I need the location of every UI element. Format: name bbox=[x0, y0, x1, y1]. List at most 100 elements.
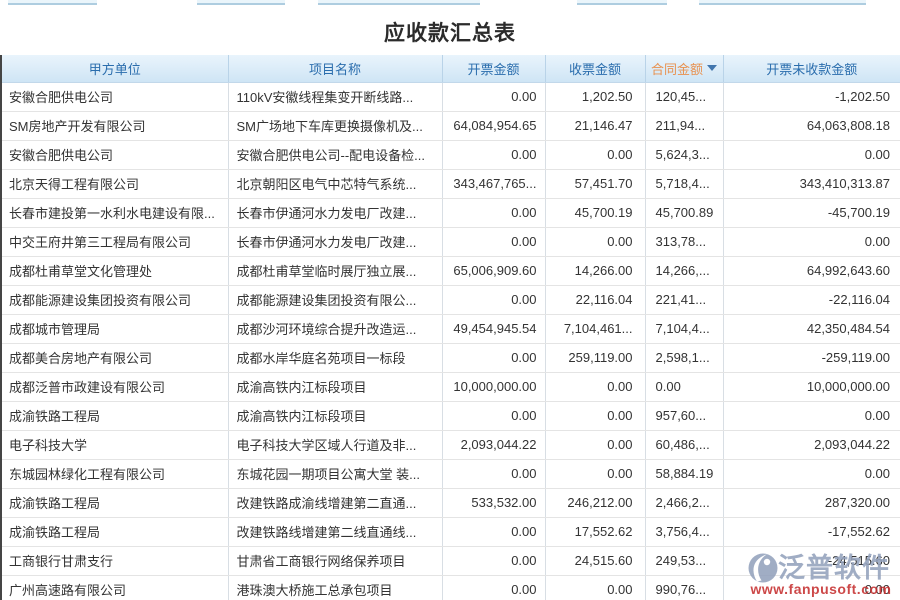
cell-client: 安徽合肥供电公司 bbox=[2, 82, 228, 111]
cell-invoiced: 0.00 bbox=[442, 401, 545, 430]
table-header-row: 甲方单位 项目名称 开票金额 收票金额 合同金额 开票未收款金额 bbox=[2, 55, 900, 82]
col-header-label: 项目名称 bbox=[309, 62, 361, 77]
cell-client: 成都泛普市政建设有限公司 bbox=[2, 372, 228, 401]
cell-contract: 221,41... bbox=[645, 285, 723, 314]
table-row[interactable]: 东城园林绿化工程有限公司东城花园一期项目公寓大堂 装...0.000.0058,… bbox=[2, 459, 900, 488]
col-header-label: 合同金额 bbox=[651, 59, 703, 78]
cell-invoiced: 0.00 bbox=[442, 140, 545, 169]
cell-client: 成都城市管理局 bbox=[2, 314, 228, 343]
cell-contract: 2,466,2... bbox=[645, 488, 723, 517]
cell-unpaid: 10,000,000.00 bbox=[723, 372, 900, 401]
cell-client: 北京天得工程有限公司 bbox=[2, 169, 228, 198]
cell-unpaid: 0.00 bbox=[723, 140, 900, 169]
table-row[interactable]: 成都泛普市政建设有限公司成渝高铁内江标段项目10,000,000.000.000… bbox=[2, 372, 900, 401]
cell-project: 成渝高铁内江标段项目 bbox=[228, 401, 442, 430]
cell-unpaid: 64,063,808.18 bbox=[723, 111, 900, 140]
cell-unpaid: -22,116.04 bbox=[723, 285, 900, 314]
cell-received: 246,212.00 bbox=[545, 488, 645, 517]
toolbar-button-stub[interactable] bbox=[8, 0, 97, 5]
table-row[interactable]: 成渝铁路工程局改建铁路线增建第二线直通线...0.0017,552.623,75… bbox=[2, 517, 900, 546]
toolbar-stub-row bbox=[0, 0, 900, 5]
cell-contract: 990,76... bbox=[645, 575, 723, 600]
cell-invoiced: 10,000,000.00 bbox=[442, 372, 545, 401]
cell-project: 改建铁路成渝线增建第二直通... bbox=[228, 488, 442, 517]
cell-unpaid: 0.00 bbox=[723, 401, 900, 430]
cell-client: 安徽合肥供电公司 bbox=[2, 140, 228, 169]
toolbar-button-stub[interactable] bbox=[577, 0, 667, 5]
cell-contract: 5,624,3... bbox=[645, 140, 723, 169]
col-header-client[interactable]: 甲方单位 bbox=[2, 55, 228, 82]
cell-project: SM广场地下车库更换摄像机及... bbox=[228, 111, 442, 140]
cell-invoiced: 343,467,765... bbox=[442, 169, 545, 198]
table-row[interactable]: SM房地产开发有限公司SM广场地下车库更换摄像机及...64,084,954.6… bbox=[2, 111, 900, 140]
cell-received: 0.00 bbox=[545, 430, 645, 459]
cell-unpaid: -17,552.62 bbox=[723, 517, 900, 546]
table-row[interactable]: 安徽合肥供电公司110kV安徽线程集变开断线路...0.001,202.5012… bbox=[2, 82, 900, 111]
table-row[interactable]: 成都城市管理局成都沙河环境综合提升改造运...49,454,945.547,10… bbox=[2, 314, 900, 343]
table-row[interactable]: 安徽合肥供电公司安徽合肥供电公司--配电设备检...0.000.005,624,… bbox=[2, 140, 900, 169]
table-row[interactable]: 长春市建投第一水利水电建设有限...长春市伊通河水力发电厂改建...0.0045… bbox=[2, 198, 900, 227]
cell-contract: 5,718,4... bbox=[645, 169, 723, 198]
cell-contract: 120,45... bbox=[645, 82, 723, 111]
col-header-invoiced[interactable]: 开票金额 bbox=[442, 55, 545, 82]
col-header-contract[interactable]: 合同金额 bbox=[645, 55, 723, 82]
table-row[interactable]: 中交王府井第三工程局有限公司长春市伊通河水力发电厂改建...0.000.0031… bbox=[2, 227, 900, 256]
cell-contract: 14,266,... bbox=[645, 256, 723, 285]
cell-unpaid: 64,992,643.60 bbox=[723, 256, 900, 285]
cell-received: 57,451.70 bbox=[545, 169, 645, 198]
toolbar-button-stub[interactable] bbox=[197, 0, 285, 5]
cell-client: 东城园林绿化工程有限公司 bbox=[2, 459, 228, 488]
cell-unpaid: 42,350,484.54 bbox=[723, 314, 900, 343]
sort-desc-icon[interactable] bbox=[707, 65, 717, 71]
toolbar-button-stub[interactable] bbox=[318, 0, 480, 5]
table-row[interactable]: 成都能源建设集团投资有限公司成都能源建设集团投资有限公...0.0022,116… bbox=[2, 285, 900, 314]
cell-unpaid: 0.00 bbox=[723, 227, 900, 256]
cell-received: 14,266.00 bbox=[545, 256, 645, 285]
cell-client: 成都能源建设集团投资有限公司 bbox=[2, 285, 228, 314]
cell-unpaid: -1,202.50 bbox=[723, 82, 900, 111]
cell-client: 长春市建投第一水利水电建设有限... bbox=[2, 198, 228, 227]
cell-project: 安徽合肥供电公司--配电设备检... bbox=[228, 140, 442, 169]
cell-invoiced: 0.00 bbox=[442, 82, 545, 111]
toolbar-button-stub[interactable] bbox=[699, 0, 866, 5]
table-row[interactable]: 成都杜甫草堂文化管理处成都杜甫草堂临时展厅独立展...65,006,909.60… bbox=[2, 256, 900, 285]
cell-client: 成渝铁路工程局 bbox=[2, 517, 228, 546]
cell-contract: 60,486,... bbox=[645, 430, 723, 459]
table-row[interactable]: 北京天得工程有限公司北京朝阳区电气中芯特气系统...343,467,765...… bbox=[2, 169, 900, 198]
cell-invoiced: 533,532.00 bbox=[442, 488, 545, 517]
table-row[interactable]: 广州高速路有限公司港珠澳大桥施工总承包项目0.000.00990,76...0.… bbox=[2, 575, 900, 600]
cell-received: 0.00 bbox=[545, 140, 645, 169]
table-row[interactable]: 成渝铁路工程局成渝高铁内江标段项目0.000.00957,60...0.00 bbox=[2, 401, 900, 430]
cell-client: 成渝铁路工程局 bbox=[2, 488, 228, 517]
cell-unpaid: -45,700.19 bbox=[723, 198, 900, 227]
title-bar: 应收款汇总表 bbox=[0, 0, 900, 55]
cell-project: 成都杜甫草堂临时展厅独立展... bbox=[228, 256, 442, 285]
cell-contract: 45,700.89 bbox=[645, 198, 723, 227]
cell-unpaid: -24,515.60 bbox=[723, 546, 900, 575]
page-title: 应收款汇总表 bbox=[384, 22, 516, 45]
cell-received: 0.00 bbox=[545, 401, 645, 430]
cell-unpaid: 343,410,313.87 bbox=[723, 169, 900, 198]
cell-invoiced: 0.00 bbox=[442, 575, 545, 600]
col-header-unpaid[interactable]: 开票未收款金额 bbox=[723, 55, 900, 82]
cell-client: SM房地产开发有限公司 bbox=[2, 111, 228, 140]
table-row[interactable]: 电子科技大学电子科技大学区域人行道及非...2,093,044.220.0060… bbox=[2, 430, 900, 459]
cell-project: 改建铁路线增建第二线直通线... bbox=[228, 517, 442, 546]
table-row[interactable]: 成渝铁路工程局改建铁路成渝线增建第二直通...533,532.00246,212… bbox=[2, 488, 900, 517]
cell-project: 成都沙河环境综合提升改造运... bbox=[228, 314, 442, 343]
cell-received: 259,119.00 bbox=[545, 343, 645, 372]
cell-contract: 7,104,4... bbox=[645, 314, 723, 343]
col-header-received[interactable]: 收票金额 bbox=[545, 55, 645, 82]
cell-contract: 2,598,1... bbox=[645, 343, 723, 372]
cell-client: 电子科技大学 bbox=[2, 430, 228, 459]
cell-unpaid: 287,320.00 bbox=[723, 488, 900, 517]
col-header-label: 甲方单位 bbox=[89, 62, 141, 77]
cell-received: 0.00 bbox=[545, 575, 645, 600]
col-header-project[interactable]: 项目名称 bbox=[228, 55, 442, 82]
table-row[interactable]: 工商银行甘肃支行甘肃省工商银行网络保养项目0.0024,515.60249,53… bbox=[2, 546, 900, 575]
cell-received: 7,104,461... bbox=[545, 314, 645, 343]
table-row[interactable]: 成都美合房地产有限公司成都水岸华庭名苑项目一标段0.00259,119.002,… bbox=[2, 343, 900, 372]
cell-unpaid: 0.00 bbox=[723, 575, 900, 600]
cell-client: 中交王府井第三工程局有限公司 bbox=[2, 227, 228, 256]
cell-project: 110kV安徽线程集变开断线路... bbox=[228, 82, 442, 111]
